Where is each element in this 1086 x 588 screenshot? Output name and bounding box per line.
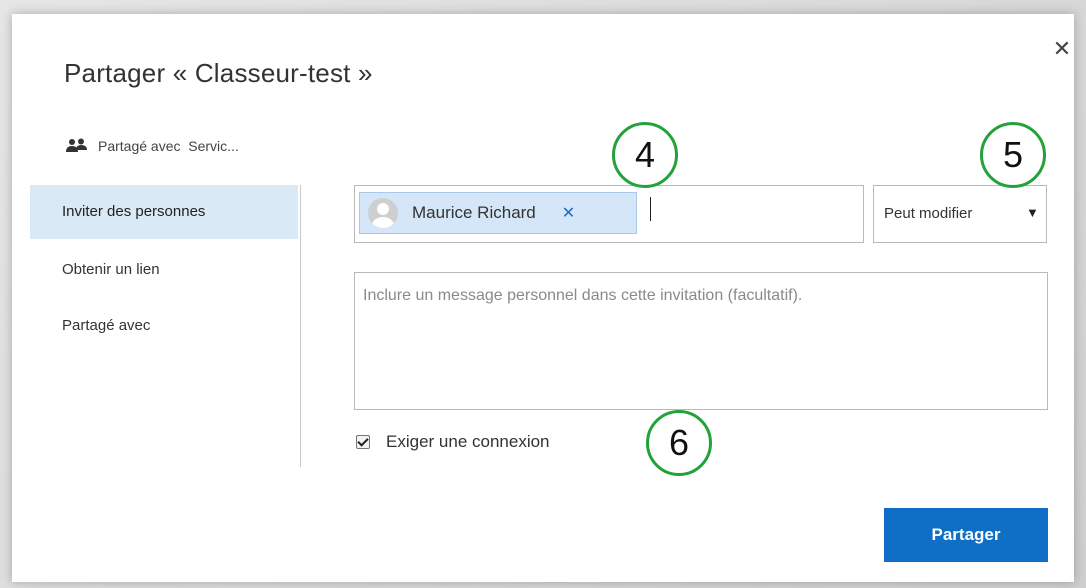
sidebar-item-invite-people[interactable]: Inviter des personnes — [30, 185, 298, 239]
callout-badge-4: 4 — [612, 122, 678, 188]
people-icon — [66, 138, 87, 152]
shared-with-label: Partagé avec Servic... — [98, 138, 239, 154]
close-icon[interactable]: ✕ — [1051, 38, 1073, 60]
permission-dropdown[interactable]: Peut modifier ▼ — [873, 185, 1047, 243]
callout-badge-5: 5 — [980, 122, 1046, 188]
dropdown-arrow-icon: ▼ — [1026, 205, 1039, 220]
require-login-option[interactable]: Exiger une connexion — [356, 430, 550, 454]
recipient-name: Maurice Richard — [412, 203, 536, 222]
message-placeholder: Inclure un message personnel dans cette … — [363, 287, 803, 304]
permission-selected-value: Peut modifier — [884, 205, 973, 222]
require-login-checkbox[interactable] — [356, 435, 370, 449]
sidebar-nav: Inviter des personnes Obtenir un lien Pa… — [30, 185, 301, 467]
invite-people-input[interactable]: Maurice Richard ✕ — [354, 185, 864, 243]
shared-with-summary[interactable]: Partagé avec Servic... — [66, 136, 239, 156]
personal-message-textarea[interactable]: Inclure un message personnel dans cette … — [354, 272, 1048, 410]
checkmark-icon — [357, 435, 369, 447]
dialog-title: Partager « Classeur-test » — [64, 58, 373, 88]
sidebar-item-get-link[interactable]: Obtenir un lien — [30, 243, 298, 297]
sidebar-item-shared-with[interactable]: Partagé avec — [30, 299, 298, 353]
recipient-chip: Maurice Richard ✕ — [359, 192, 637, 234]
callout-badge-6: 6 — [646, 410, 712, 476]
require-login-label: Exiger une connexion — [386, 432, 550, 451]
remove-recipient-icon[interactable]: ✕ — [562, 203, 575, 223]
share-button[interactable]: Partager — [884, 508, 1048, 562]
user-avatar-icon — [368, 198, 398, 228]
text-caret — [650, 197, 651, 221]
